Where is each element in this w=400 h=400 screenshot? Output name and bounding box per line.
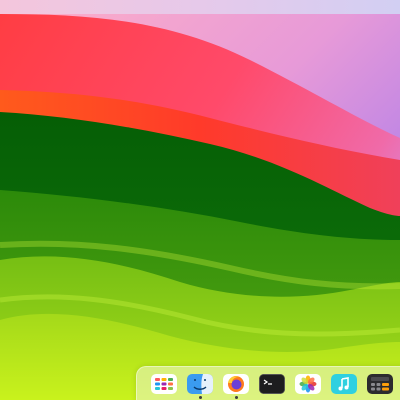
finder-icon[interactable] (187, 374, 213, 394)
launchpad-icon[interactable] (151, 374, 177, 394)
photos-icon[interactable] (295, 374, 321, 394)
top-bar (0, 0, 400, 14)
wallpaper (0, 0, 400, 400)
firefox-running-indicator (235, 396, 238, 399)
music-icon[interactable] (331, 374, 357, 394)
desktop (0, 0, 400, 400)
calculator-icon[interactable] (367, 374, 393, 394)
dock (136, 366, 400, 400)
terminal-icon[interactable] (259, 374, 285, 394)
firefox-icon[interactable] (223, 374, 249, 394)
finder-running-indicator (199, 396, 202, 399)
